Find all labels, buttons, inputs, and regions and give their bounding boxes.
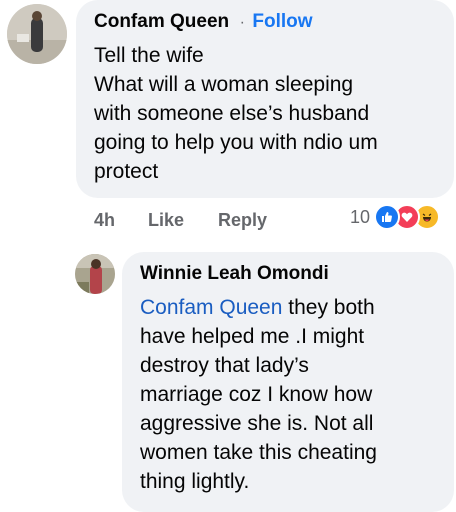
comment-line: Tell the wife bbox=[94, 44, 204, 67]
reply-button[interactable]: Reply bbox=[218, 210, 267, 231]
comment-bubble: Confam Queen · Follow Tell the wife What… bbox=[76, 0, 454, 198]
reaction-summary[interactable]: 10 bbox=[350, 203, 441, 231]
reaction-count: 10 bbox=[350, 206, 371, 227]
reply-line: have helped me .I might bbox=[140, 325, 365, 348]
like-icon bbox=[374, 204, 401, 230]
comment-line: What will a woman sleeping bbox=[94, 73, 354, 96]
reply-author[interactable]: Winnie Leah Omondi bbox=[140, 263, 329, 284]
comment-line: with someone else’s husband bbox=[94, 102, 370, 125]
reply-line: they both bbox=[282, 296, 375, 319]
mention-link[interactable]: Confam Queen bbox=[140, 296, 282, 319]
follow-button[interactable]: Follow bbox=[252, 11, 312, 32]
separator-dot: · bbox=[239, 14, 245, 31]
reply-line: thing lightly. bbox=[140, 470, 250, 493]
reply-line: destroy that lady’s bbox=[140, 354, 309, 377]
reply-bubble: Winnie Leah Omondi Confam Queen they bot… bbox=[122, 252, 454, 512]
comment-actions: 4h Like Reply bbox=[94, 210, 294, 234]
reply-line: marriage coz I know how bbox=[140, 383, 373, 406]
reply-first-line: Confam Queen they both bbox=[140, 293, 377, 322]
reply-line: aggressive she is. Not all bbox=[140, 412, 374, 435]
comment-text: Tell the wife What will a woman sleeping… bbox=[94, 41, 378, 186]
avatar[interactable] bbox=[75, 254, 115, 294]
comment-time[interactable]: 4h bbox=[94, 210, 115, 231]
comment-line: going to help you with ndio um bbox=[94, 131, 378, 154]
comment-author[interactable]: Confam Queen bbox=[94, 11, 229, 32]
avatar[interactable] bbox=[7, 4, 67, 64]
reply-text: Confam Queen they both have helped me .I… bbox=[140, 293, 377, 496]
comment-line: protect bbox=[94, 160, 159, 183]
like-button[interactable]: Like bbox=[148, 210, 184, 231]
reply-line: women take this cheating bbox=[140, 441, 377, 464]
